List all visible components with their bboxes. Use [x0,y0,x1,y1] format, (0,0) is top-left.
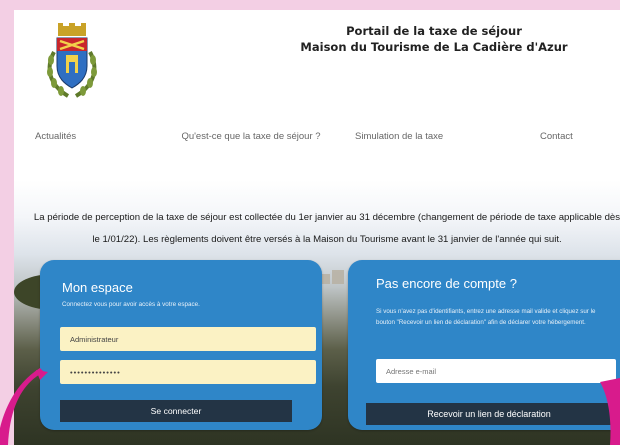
decorative-ribbon-right [600,378,620,445]
signup-instructions: Si vous n'avez pas d'identifiants, entre… [376,308,596,326]
login-button[interactable]: Se connecter [60,400,292,422]
username-field[interactable] [60,327,316,351]
password-field[interactable] [60,360,316,384]
nav-simulation[interactable]: Simulation de la taxe [355,131,443,143]
portal-title-line1: Portail de la taxe de séjour [346,24,522,38]
portal-title-line2: Maison du Tourisme de La Cadière d'Azur [300,40,568,54]
nav-contact[interactable]: Contact [540,131,573,143]
login-subtitle: Connectez vous pour avoir accès à votre … [62,301,200,308]
page-container: Portail de la taxe de séjour Maison du T… [14,10,620,445]
signup-title: Pas encore de compte ? [376,276,517,291]
coat-of-arms-icon [47,23,97,98]
decorative-ribbon-left [0,368,48,445]
login-title: Mon espace [62,280,133,295]
tax-period-notice: La période de perception de la taxe de s… [33,212,620,245]
portal-title: Portail de la taxe de séjour Maison du T… [284,23,584,55]
nav-taxe-de-sejour[interactable]: Qu'est-ce que la taxe de séjour ? [181,131,321,143]
signup-card: Pas encore de compte ? Si vous n'avez pa… [348,260,620,430]
declaration-link-button[interactable]: Recevoir un lien de déclaration [366,403,612,425]
nav-actualites[interactable]: Actualités [35,131,76,143]
email-field[interactable] [376,359,616,383]
login-card: Mon espace Connectez vous pour avoir acc… [40,260,322,430]
